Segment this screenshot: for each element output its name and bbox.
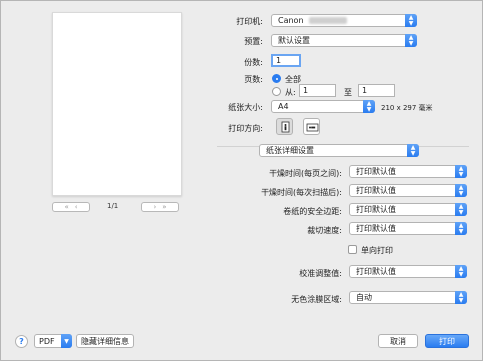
popup-arrows-icon: ▲ ▼: [455, 265, 467, 278]
pdf-menu-button[interactable]: PDF ▼: [34, 334, 72, 348]
last-page-icon[interactable]: »: [162, 203, 166, 211]
popup-arrows-icon: ▲ ▼: [455, 184, 467, 197]
pages-from-label: 从:: [285, 88, 296, 97]
drying-time-scan-select[interactable]: 打印默认值 ▲ ▼: [349, 184, 467, 197]
paper-size-label: 纸张大小:: [228, 103, 263, 112]
page-preview: [52, 12, 182, 196]
popup-arrows-icon: ▲ ▼: [455, 165, 467, 178]
setting-label: 卷纸的安全边距:: [283, 207, 342, 216]
pages-label: 页数:: [244, 75, 263, 84]
setting-label: 干燥时间(每次扫描后):: [261, 188, 342, 197]
cut-speed-select[interactable]: 打印默认值 ▲ ▼: [349, 222, 467, 235]
pages-to-field[interactable]: 1: [358, 84, 395, 97]
pages-from-field[interactable]: 1: [299, 84, 336, 97]
popup-arrows-icon: ▲ ▼: [455, 291, 467, 304]
paper-dimensions: 210 x 297 毫米: [381, 104, 433, 112]
calibration-label: 校准调整值:: [299, 269, 342, 278]
landscape-icon: [306, 123, 319, 132]
popup-arrows-icon: ▲ ▼: [363, 100, 375, 113]
page-indicator: 1/1: [107, 202, 119, 210]
help-button[interactable]: ?: [15, 335, 28, 348]
help-icon: ?: [19, 337, 24, 346]
printer-label: 打印机:: [236, 17, 263, 26]
portrait-icon: [281, 121, 290, 133]
popup-arrows-icon: ▲ ▼: [407, 144, 419, 157]
popup-arrows-icon: ▲ ▼: [455, 222, 467, 235]
pages-range-radio[interactable]: [272, 87, 281, 96]
print-dialog: « ‹ 1/1 › » 打印机: Canon ▲ ▼ 预置: 默认设置 ▲ ▼ 份数…: [0, 0, 483, 361]
prev-page-button[interactable]: « ‹: [52, 202, 90, 212]
presets-label: 预置:: [244, 37, 263, 46]
drying-time-page-select[interactable]: 打印默认值 ▲ ▼: [349, 165, 467, 178]
setting-label: 裁切速度:: [307, 226, 342, 235]
pages-to-label: 至: [344, 88, 352, 97]
printer-select[interactable]: Canon ▲ ▼: [271, 14, 417, 27]
cancel-button[interactable]: 取消: [378, 334, 418, 348]
borderless-select[interactable]: 自动 ▲ ▼: [349, 291, 467, 304]
pages-all-radio[interactable]: [272, 74, 281, 83]
printer-model-redacted: [308, 17, 347, 24]
print-button[interactable]: 打印: [425, 334, 469, 348]
orientation-label: 打印方向:: [228, 124, 263, 133]
first-page-icon[interactable]: «: [64, 203, 68, 211]
orientation-portrait-button[interactable]: [276, 118, 293, 135]
roll-margin-select[interactable]: 打印默认值 ▲ ▼: [349, 203, 467, 216]
orientation-landscape-button[interactable]: [303, 118, 320, 135]
calibration-select[interactable]: 打印默认值 ▲ ▼: [349, 265, 467, 278]
borderless-label: 无色涂膜区域:: [291, 295, 342, 304]
unidirectional-label: 单向打印: [361, 246, 393, 255]
popup-arrows-icon: ▲ ▼: [405, 14, 417, 27]
next-page-icon[interactable]: ›: [153, 203, 156, 211]
paper-size-select[interactable]: A4 ▲ ▼: [271, 100, 375, 113]
popup-arrows-icon: ▲ ▼: [405, 34, 417, 47]
hide-details-button[interactable]: 隐藏详细信息: [76, 334, 134, 348]
copies-field[interactable]: 1: [271, 54, 301, 67]
chevron-down-icon: ▼: [61, 334, 72, 348]
next-page-button[interactable]: › »: [141, 202, 179, 212]
unidirectional-checkbox[interactable]: [348, 245, 357, 254]
prev-page-icon[interactable]: ‹: [75, 203, 78, 211]
setting-label: 干燥时间(每页之间):: [269, 169, 342, 178]
copies-label: 份数:: [244, 58, 263, 67]
section-select[interactable]: 纸张详细设置 ▲ ▼: [259, 144, 419, 157]
presets-select[interactable]: 默认设置 ▲ ▼: [271, 34, 417, 47]
popup-arrows-icon: ▲ ▼: [455, 203, 467, 216]
